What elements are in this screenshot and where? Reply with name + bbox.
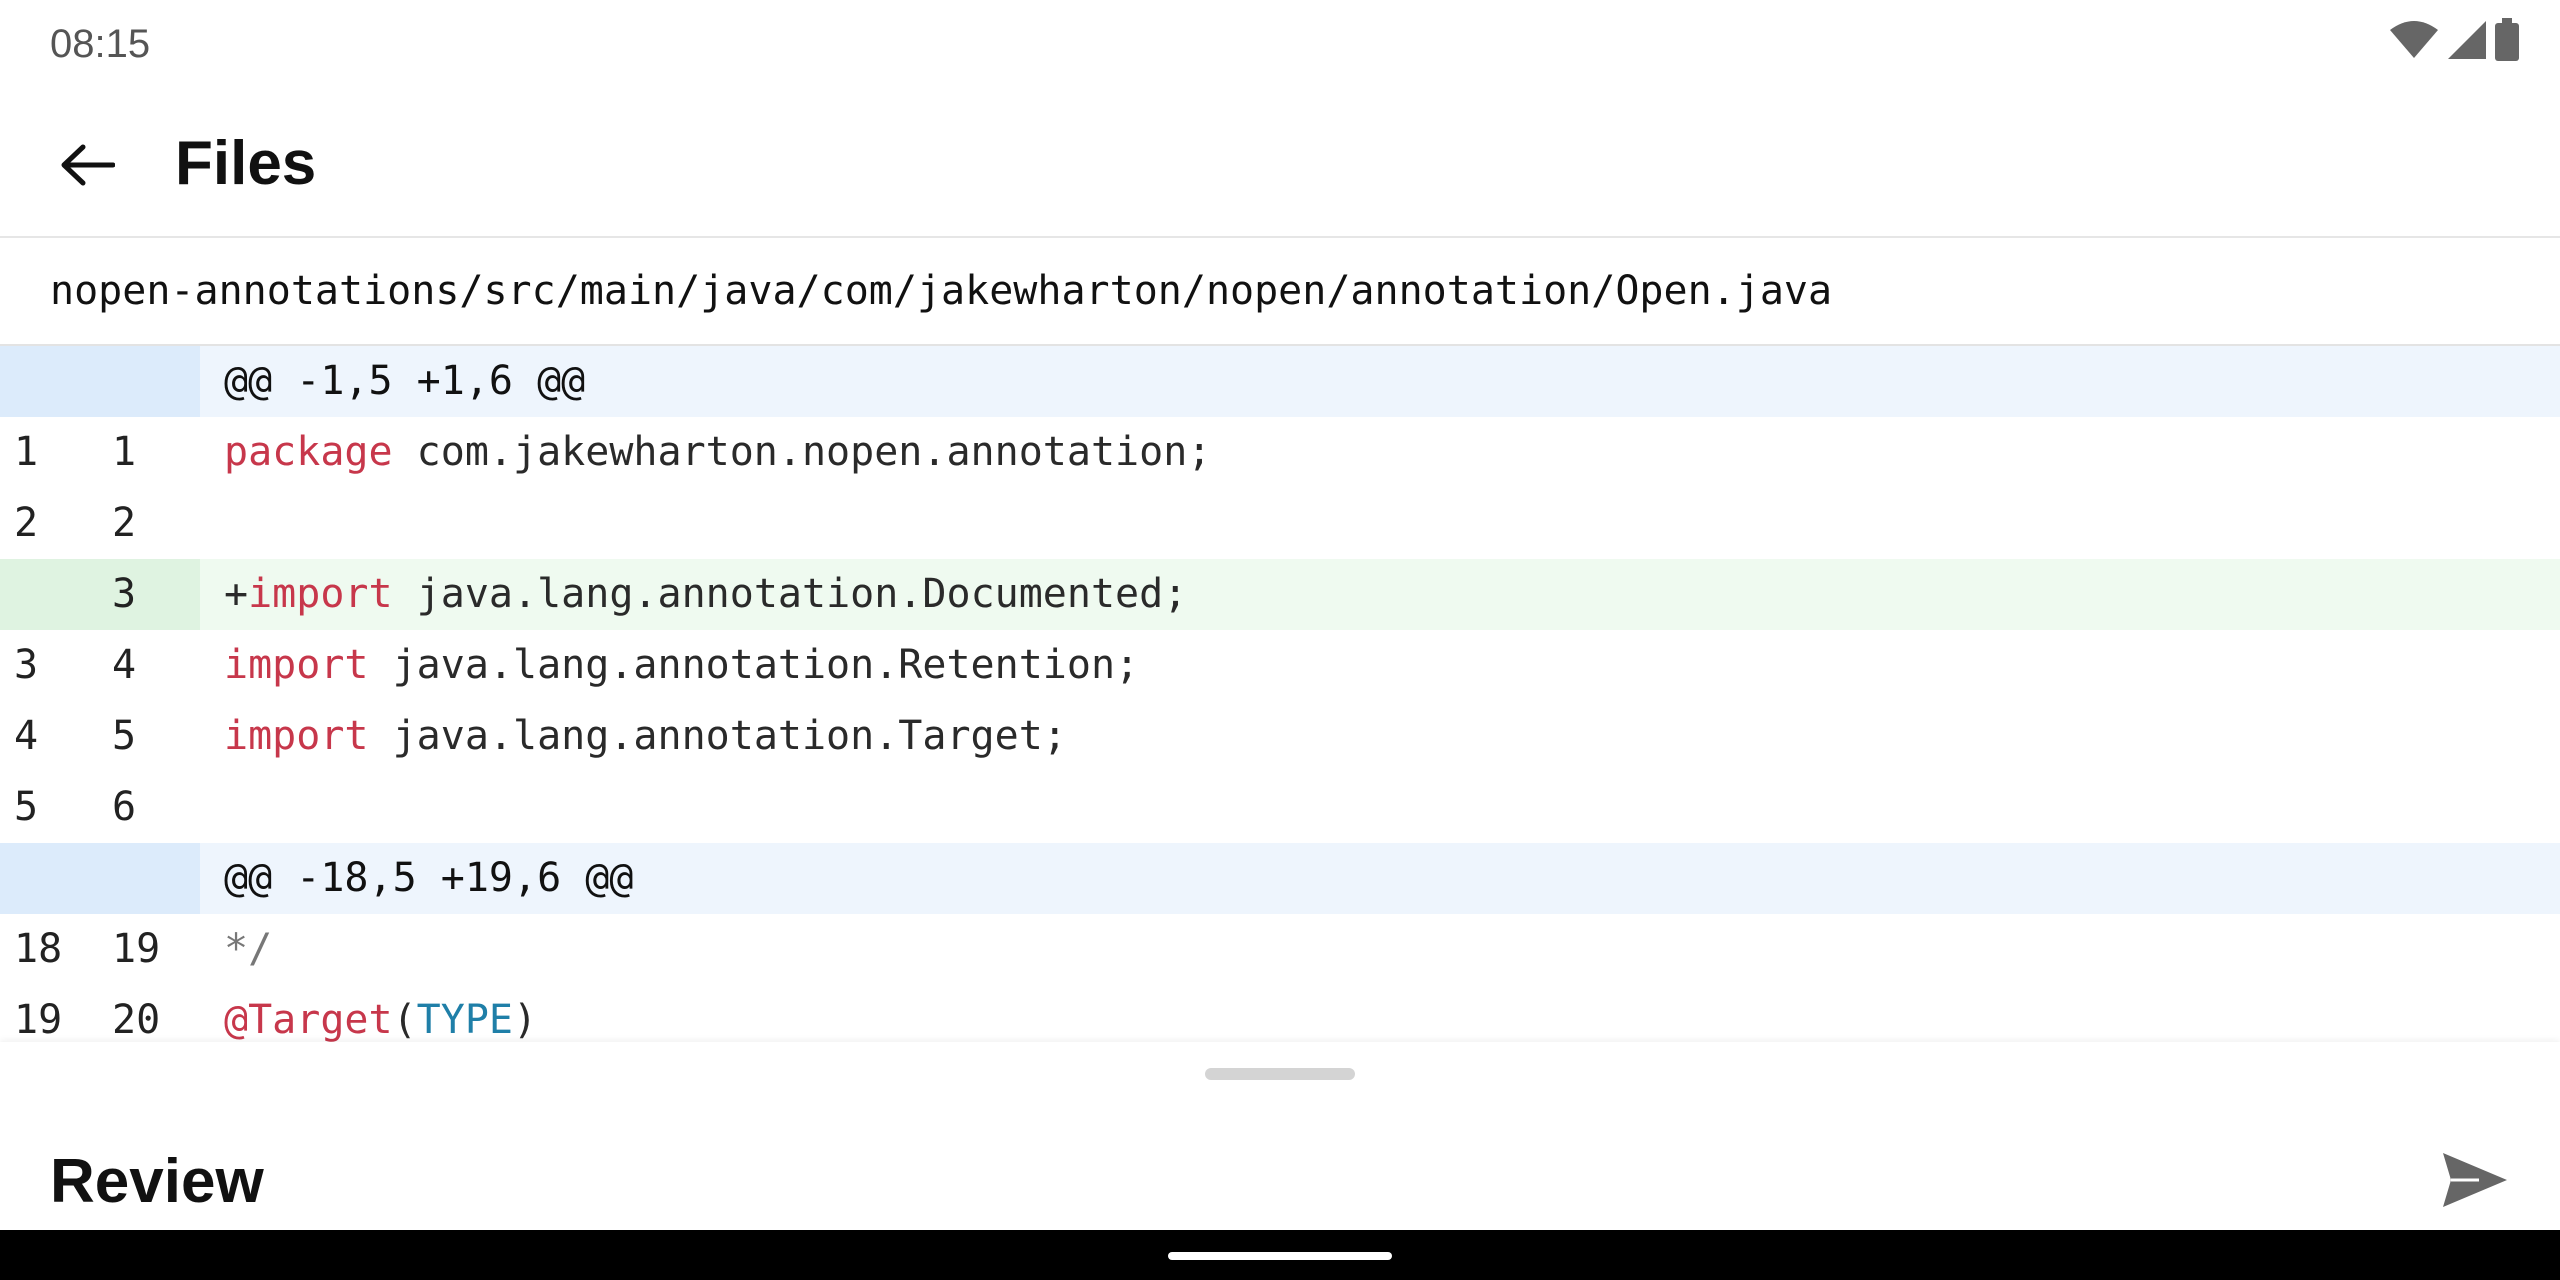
- keyword: package: [224, 429, 393, 475]
- review-sheet[interactable]: Review: [0, 1042, 2560, 1230]
- code-line: @Target(TYPE): [200, 985, 2560, 1042]
- old-line-number: 1: [14, 429, 39, 475]
- hunk-header: @@ -1,5 +1,6 @@: [0, 346, 2560, 417]
- new-line-number: 1: [112, 429, 137, 475]
- code-text: com.jakewharton.nopen.annotation;: [392, 429, 1212, 475]
- file-path: nopen-annotations/src/main/java/com/jake…: [0, 238, 2560, 346]
- code-text: java.lang.annotation.Target;: [368, 713, 1067, 759]
- arrow-left-icon: [59, 143, 116, 192]
- diff-line: 4 5 import java.lang.annotation.Target;: [0, 701, 2560, 772]
- line-gutter: [0, 843, 200, 914]
- keyword: import: [224, 713, 369, 759]
- line-gutter: 5 6: [0, 772, 200, 843]
- code-line: import java.lang.annotation.Target;: [200, 701, 2560, 772]
- new-line-number: 6: [112, 784, 137, 830]
- code-line: +import java.lang.annotation.Documented;: [200, 559, 2560, 630]
- back-button[interactable]: [42, 122, 132, 212]
- code-line: */: [200, 914, 2560, 985]
- diff-line: 3 4 import java.lang.annotation.Retentio…: [0, 630, 2560, 701]
- line-gutter: 2 2: [0, 488, 200, 559]
- hunk-header-text: @@ -1,5 +1,6 @@: [200, 346, 2560, 417]
- diff-line: 5 6: [0, 772, 2560, 843]
- new-line-number: 2: [112, 500, 137, 546]
- line-gutter: 19 20: [0, 985, 200, 1042]
- paren-close: ): [513, 997, 538, 1042]
- annotation: @Target: [224, 997, 393, 1042]
- code-text: java.lang.annotation.Retention;: [368, 642, 1140, 688]
- diff-line: 18 19 */: [0, 914, 2560, 985]
- keyword: import: [224, 642, 369, 688]
- signal-icon: [2446, 19, 2488, 66]
- old-line-number: 19: [14, 997, 63, 1042]
- line-gutter: 3 4: [0, 630, 200, 701]
- diff-line: 1 1 package com.jakewharton.nopen.annota…: [0, 417, 2560, 488]
- send-button[interactable]: [2430, 1142, 2520, 1222]
- home-indicator[interactable]: [1168, 1252, 1392, 1260]
- old-line-number: 18: [14, 926, 63, 972]
- code-line: import java.lang.annotation.Retention;: [200, 630, 2560, 701]
- send-icon: [2439, 1149, 2511, 1216]
- battery-icon: [2494, 17, 2520, 67]
- comment: */: [224, 926, 273, 972]
- status-icons: [2388, 17, 2520, 67]
- status-time: 08:15: [50, 22, 151, 66]
- app-bar: Files: [0, 90, 2560, 238]
- old-line-number: 5: [14, 784, 39, 830]
- diff-line: 19 20 @Target(TYPE): [0, 985, 2560, 1042]
- review-title: Review: [50, 1147, 264, 1216]
- hunk-header-text: @@ -18,5 +19,6 @@: [200, 843, 2560, 914]
- line-gutter: 1 1: [0, 417, 200, 488]
- line-gutter: 3: [0, 559, 200, 630]
- old-line-number: 3: [14, 642, 39, 688]
- type-constant: TYPE: [416, 997, 513, 1042]
- code-line: package com.jakewharton.nopen.annotation…: [200, 417, 2560, 488]
- hunk-header: @@ -18,5 +19,6 @@: [0, 843, 2560, 914]
- code-text: java.lang.annotation.Documented;: [392, 571, 1188, 617]
- added-marker: +: [224, 571, 249, 617]
- paren-open: (: [392, 997, 417, 1042]
- page-title: Files: [175, 129, 317, 198]
- line-gutter: 4 5: [0, 701, 200, 772]
- line-gutter: [0, 346, 200, 417]
- navigation-bar: [0, 1230, 2560, 1280]
- line-gutter: 18 19: [0, 914, 200, 985]
- old-line-number: 4: [14, 713, 39, 759]
- drag-handle[interactable]: [1205, 1068, 1355, 1080]
- keyword: import: [248, 571, 393, 617]
- wifi-icon: [2388, 20, 2440, 65]
- new-line-number: 3: [112, 571, 137, 617]
- diff-view[interactable]: @@ -1,5 +1,6 @@ 1 1 package com.jakewhar…: [0, 346, 2560, 1042]
- new-line-number: 5: [112, 713, 137, 759]
- new-line-number: 20: [112, 997, 161, 1042]
- new-line-number: 19: [112, 926, 161, 972]
- old-line-number: 2: [14, 500, 39, 546]
- status-bar: 08:15: [0, 0, 2560, 90]
- diff-line-added: 3 +import java.lang.annotation.Documente…: [0, 559, 2560, 630]
- new-line-number: 4: [112, 642, 137, 688]
- diff-line: 2 2: [0, 488, 2560, 559]
